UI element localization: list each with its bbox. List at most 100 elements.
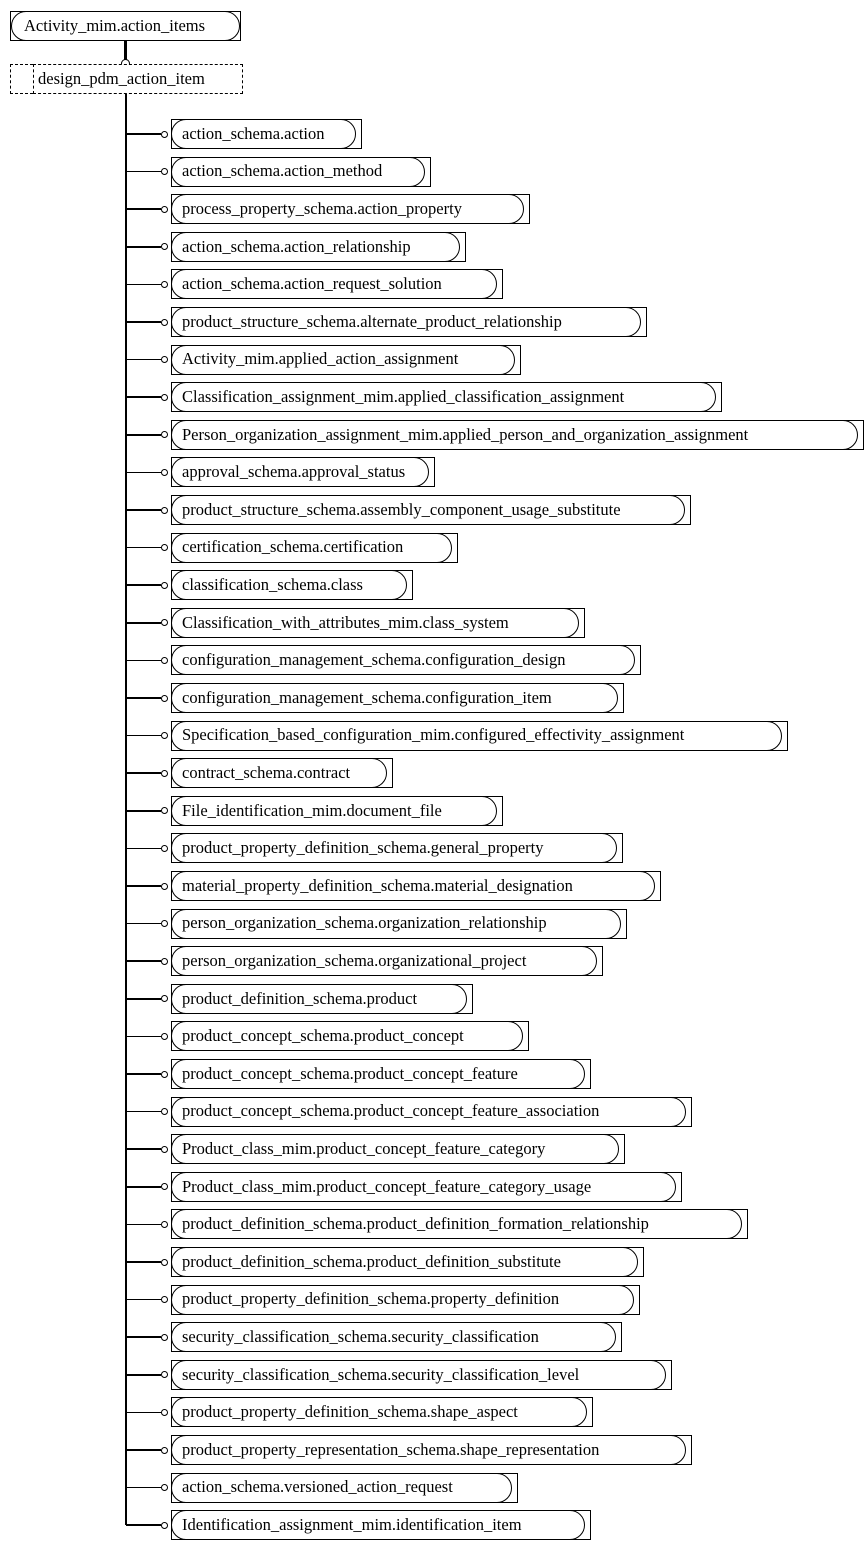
entity-connector-line — [126, 998, 161, 1000]
entity-node[interactable]: action_schema.versioned_action_request — [171, 1472, 518, 1503]
entity-rounded-shape: product_structure_schema.assembly_compon… — [171, 495, 685, 525]
subtype-entity-design-pdm-action-item[interactable]: design_pdm_action_item — [10, 64, 243, 94]
entity-node[interactable]: action_schema.action_method — [171, 156, 431, 187]
entity-rounded-shape: product_definition_schema.product_defini… — [171, 1247, 638, 1277]
entity-label: File_identification_mim.document_file — [182, 800, 442, 820]
entity-node[interactable]: Product_class_mim.product_concept_featur… — [171, 1134, 625, 1165]
entity-label: product_definition_schema.product_defini… — [182, 1214, 649, 1234]
entity-node[interactable]: product_concept_schema.product_concept_f… — [171, 1096, 692, 1127]
entity-node[interactable]: configuration_management_schema.configur… — [171, 683, 624, 713]
entity-label: approval_schema.approval_status — [182, 462, 406, 482]
entity-rounded-shape: Identification_assignment_mim.identifica… — [171, 1510, 585, 1541]
entity-connector-circle-icon — [161, 318, 168, 326]
entity-rounded-shape: Person_organization_assignment_mim.appli… — [171, 419, 858, 450]
entity-connector-circle-icon — [161, 656, 168, 664]
entity-rounded-shape: Classification_assignment_mim.applied_cl… — [171, 382, 716, 413]
entity-rounded-shape: contract_schema.contract — [171, 758, 387, 789]
entity-node[interactable]: product_structure_schema.alternate_produ… — [171, 307, 647, 337]
entity-node[interactable]: product_definition_schema.product_defini… — [171, 1247, 644, 1277]
entity-label: action_schema.action — [182, 123, 325, 143]
entity-node[interactable]: action_schema.action_relationship — [171, 231, 466, 262]
root-entity-activity-mim-action-items[interactable]: Activity_mim.action_items — [10, 11, 241, 41]
entity-node[interactable]: Classification_with_attributes_mim.class… — [171, 607, 585, 638]
entity-rounded-shape: configuration_management_schema.configur… — [171, 683, 618, 713]
entity-label: product_definition_schema.product_defini… — [182, 1251, 561, 1271]
entity-node[interactable]: process_property_schema.action_property — [171, 194, 530, 225]
entity-node[interactable]: person_organization_schema.organizationa… — [171, 946, 603, 977]
entity-label: Classification_with_attributes_mim.class… — [182, 612, 509, 632]
entity-rounded-shape: product_definition_schema.product_defini… — [171, 1209, 742, 1240]
entity-connector-circle-icon — [161, 1521, 168, 1529]
entity-connector-circle-icon — [161, 1333, 168, 1341]
entity-connector-line — [126, 208, 161, 210]
entity-node[interactable]: product_definition_schema.product — [171, 983, 473, 1014]
entity-connector-line — [126, 584, 161, 586]
entity-node[interactable]: File_identification_mim.document_file — [171, 795, 503, 826]
entity-label: product_structure_schema.assembly_compon… — [182, 499, 621, 519]
entity-node[interactable]: certification_schema.certification — [171, 532, 458, 563]
entity-node[interactable]: product_structure_schema.assembly_compon… — [171, 495, 691, 525]
entity-rounded-shape: Classification_with_attributes_mim.class… — [171, 607, 579, 638]
entity-label: configuration_management_schema.configur… — [182, 650, 566, 670]
entity-node[interactable]: Identification_assignment_mim.identifica… — [171, 1510, 591, 1541]
entity-node[interactable]: action_schema.action_request_solution — [171, 269, 503, 300]
entity-node[interactable]: Specification_based_configuration_mim.co… — [171, 720, 788, 751]
entity-node[interactable]: security_classification_schema.security_… — [171, 1359, 672, 1390]
entity-label: process_property_schema.action_property — [182, 198, 462, 218]
entity-label: action_schema.versioned_action_request — [182, 1477, 453, 1497]
entity-rounded-shape: material_property_definition_schema.mate… — [171, 871, 655, 901]
entity-node[interactable]: Person_organization_assignment_mim.appli… — [171, 419, 864, 450]
entity-connector-line — [126, 1374, 161, 1376]
entity-node[interactable]: Activity_mim.applied_action_assignment — [171, 344, 521, 375]
entity-label: product_property_definition_schema.gener… — [182, 838, 544, 858]
entity-node[interactable]: classification_schema.class — [171, 570, 413, 601]
entity-node[interactable]: product_definition_schema.product_defini… — [171, 1209, 748, 1240]
entity-connector-circle-icon — [161, 844, 168, 852]
entity-connector-line — [126, 1223, 161, 1226]
entity-node[interactable]: material_property_definition_schema.mate… — [171, 871, 661, 901]
entity-connector-circle-icon — [161, 130, 168, 138]
entity-node[interactable]: action_schema.action — [171, 119, 362, 149]
entity-connector-circle-icon — [161, 1032, 168, 1040]
entity-rounded-shape: security_classification_schema.security_… — [171, 1322, 616, 1353]
entity-node[interactable]: configuration_management_schema.configur… — [171, 645, 641, 676]
entity-label: product_concept_schema.product_concept — [182, 1026, 464, 1046]
root-entity-label: Activity_mim.action_items — [24, 15, 206, 35]
entity-label: product_property_definition_schema.prope… — [182, 1289, 560, 1309]
entity-node[interactable]: product_concept_schema.product_concept — [171, 1021, 529, 1052]
entity-node[interactable]: product_property_definition_schema.gener… — [171, 833, 623, 864]
entity-node[interactable]: security_classification_schema.security_… — [171, 1322, 622, 1353]
entity-label: Activity_mim.applied_action_assignment — [182, 349, 459, 369]
entity-node[interactable]: product_property_definition_schema.prope… — [171, 1284, 640, 1315]
entity-label: classification_schema.class — [182, 574, 363, 594]
entity-connector-circle-icon — [161, 468, 168, 476]
entity-label: product_concept_schema.product_concept_f… — [182, 1063, 518, 1083]
entity-connector-line — [126, 246, 161, 248]
entity-node[interactable]: product_property_representation_schema.s… — [171, 1435, 692, 1465]
entity-label: Product_class_mim.product_concept_featur… — [182, 1176, 592, 1196]
entity-rounded-shape: certification_schema.certification — [171, 532, 452, 563]
entity-node[interactable]: person_organization_schema.organization_… — [171, 908, 627, 939]
entity-node[interactable]: product_concept_schema.product_concept_f… — [171, 1059, 591, 1089]
entity-connector-circle-icon — [161, 1484, 168, 1492]
entity-node[interactable]: contract_schema.contract — [171, 758, 393, 789]
entity-rounded-shape: security_classification_schema.security_… — [171, 1359, 666, 1390]
entity-connector-circle-icon — [161, 1371, 168, 1379]
entity-rounded-shape: process_property_schema.action_property — [171, 194, 524, 225]
entity-node[interactable]: Classification_assignment_mim.applied_cl… — [171, 382, 722, 413]
entity-label: action_schema.action_request_solution — [182, 274, 442, 294]
entity-connector-line — [126, 1449, 161, 1451]
entity-rounded-shape: action_schema.action_method — [171, 156, 425, 187]
entity-connector-circle-icon — [161, 280, 168, 288]
entity-label: product_definition_schema.product — [182, 988, 418, 1008]
entity-node[interactable]: product_property_definition_schema.shape… — [171, 1397, 593, 1428]
entity-label: product_property_representation_schema.s… — [182, 1439, 600, 1459]
entity-label: security_classification_schema.security_… — [182, 1364, 580, 1384]
entity-rounded-shape: action_schema.action_relationship — [171, 231, 460, 262]
entity-node[interactable]: approval_schema.approval_status — [171, 457, 435, 488]
entity-connector-line — [126, 1524, 161, 1526]
entity-connector-line — [126, 697, 161, 699]
entity-rounded-shape: action_schema.action — [171, 119, 356, 149]
entity-node[interactable]: Product_class_mim.product_concept_featur… — [171, 1171, 682, 1202]
entity-connector-line — [126, 1486, 161, 1489]
